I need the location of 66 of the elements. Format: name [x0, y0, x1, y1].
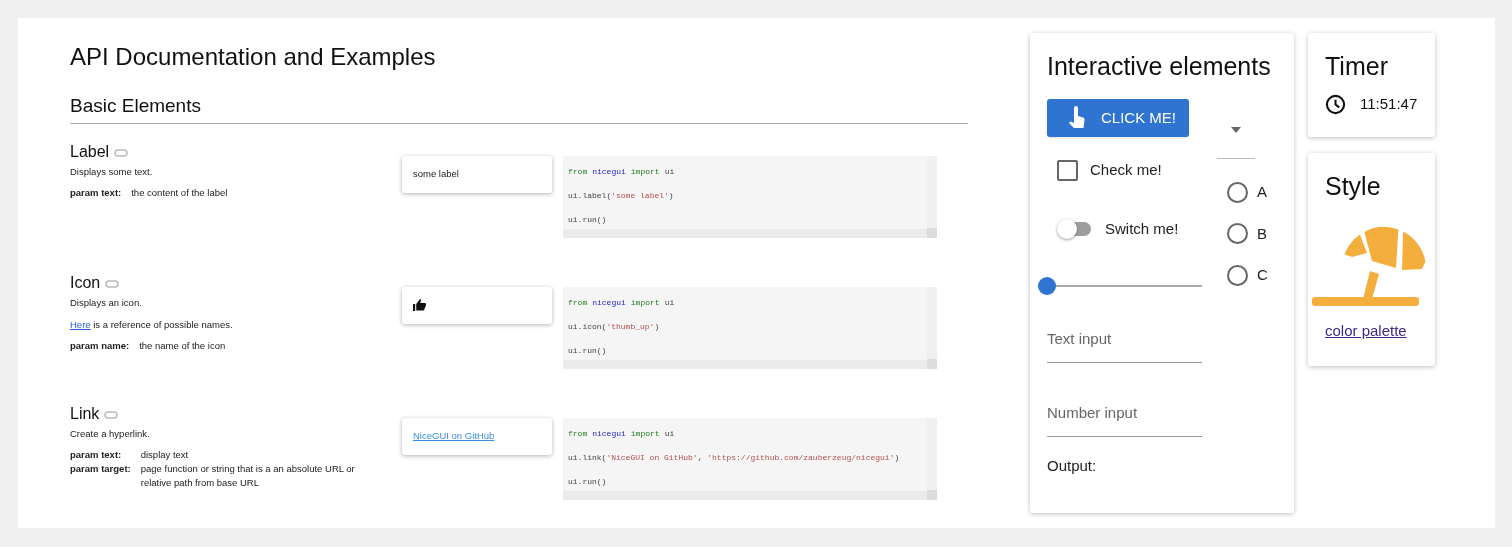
code-line: ui.icon('thumb_up')	[568, 320, 661, 333]
param-name: param text:	[70, 185, 122, 200]
clock-icon	[1325, 93, 1346, 115]
dropdown-arrow-icon	[1231, 126, 1241, 133]
page-title: API Documentation and Examples	[70, 42, 437, 72]
link-icon[interactable]	[105, 280, 120, 288]
checkbox-label: Check me!	[1090, 160, 1162, 180]
code-line: ui.run()	[568, 213, 608, 226]
radio-label: A	[1257, 182, 1267, 202]
param-description: the name of the icon	[139, 339, 227, 353]
github-link[interactable]: NiceGUI on GitHub	[413, 428, 495, 444]
description-text: Displays an icon.	[70, 295, 143, 310]
radio-label: B	[1257, 223, 1267, 244]
param-name: param name:	[70, 339, 130, 353]
timer-text: 11:51:47	[1360, 94, 1418, 114]
card-title: Style	[1325, 171, 1382, 201]
param-name: param text:	[70, 447, 123, 462]
checkbox[interactable]	[1057, 159, 1078, 181]
vertical-scrollbar[interactable]	[927, 155, 937, 228]
vertical-scrollbar[interactable]	[927, 417, 937, 490]
scrollbar-corner	[927, 489, 937, 500]
description-text: Displays some text.	[70, 164, 154, 179]
param-description: the content of the label	[131, 185, 229, 200]
click-me-button[interactable]: CLICK ME!	[1047, 99, 1189, 137]
code-line: from nicegui import ui	[568, 165, 676, 178]
switch-label: Switch me!	[1105, 218, 1179, 239]
doc-title: Icon	[70, 272, 101, 293]
card-title: Timer	[1325, 51, 1389, 81]
here-link[interactable]: Here	[70, 318, 91, 330]
slider-thumb[interactable]	[1038, 277, 1056, 295]
doc-title: Label	[70, 141, 110, 162]
output-text: Output:	[1047, 456, 1098, 476]
radio-button[interactable]	[1227, 223, 1248, 245]
pointing-hand-icon	[1067, 106, 1087, 130]
scrollbar-corner	[927, 358, 937, 369]
thumbs-up-icon	[413, 299, 426, 311]
horizontal-scrollbar[interactable]	[563, 490, 927, 500]
horizontal-scrollbar[interactable]	[563, 359, 927, 369]
code-line: from nicegui import ui	[568, 296, 676, 309]
input-field[interactable]: Text input	[1047, 315, 1202, 363]
label-text: some label	[413, 166, 459, 181]
scrollbar-corner	[927, 227, 937, 238]
vertical-scrollbar[interactable]	[927, 286, 937, 359]
code-line: from nicegui import ui	[568, 427, 676, 440]
param-name: param target:	[70, 461, 131, 476]
param-description: page function or string that is a an absolute URL or relative path from base URL	[140, 461, 356, 490]
radio-label: C	[1257, 265, 1268, 285]
param-description: display text	[140, 447, 190, 462]
code-line: ui.run()	[568, 344, 608, 357]
link-icon[interactable]	[114, 149, 129, 157]
description-text: Create a hyperlink.	[70, 426, 151, 441]
radio-button[interactable]	[1227, 264, 1248, 286]
card-title: Interactive elements	[1047, 51, 1272, 81]
toggle-switch[interactable]	[1057, 217, 1093, 240]
code-line: ui.link('NiceGUI on GitHub', 'https://github.com/zauberzeug/nicegui')	[568, 451, 901, 464]
code-line: ui.label('some label')	[568, 189, 675, 202]
slider[interactable]	[1038, 277, 1202, 295]
doc-title: Link	[70, 403, 100, 424]
code-line: ui.run()	[568, 475, 608, 488]
link-icon[interactable]	[104, 411, 119, 419]
description-text: Here is a reference of possible names.	[70, 317, 234, 332]
section-heading: Basic Elements	[70, 95, 201, 116]
input-field[interactable]: Number input	[1047, 389, 1202, 437]
radio-button[interactable]	[1227, 181, 1248, 203]
horizontal-scrollbar[interactable]	[563, 228, 927, 238]
color-palette-link[interactable]: color palette	[1325, 320, 1435, 343]
